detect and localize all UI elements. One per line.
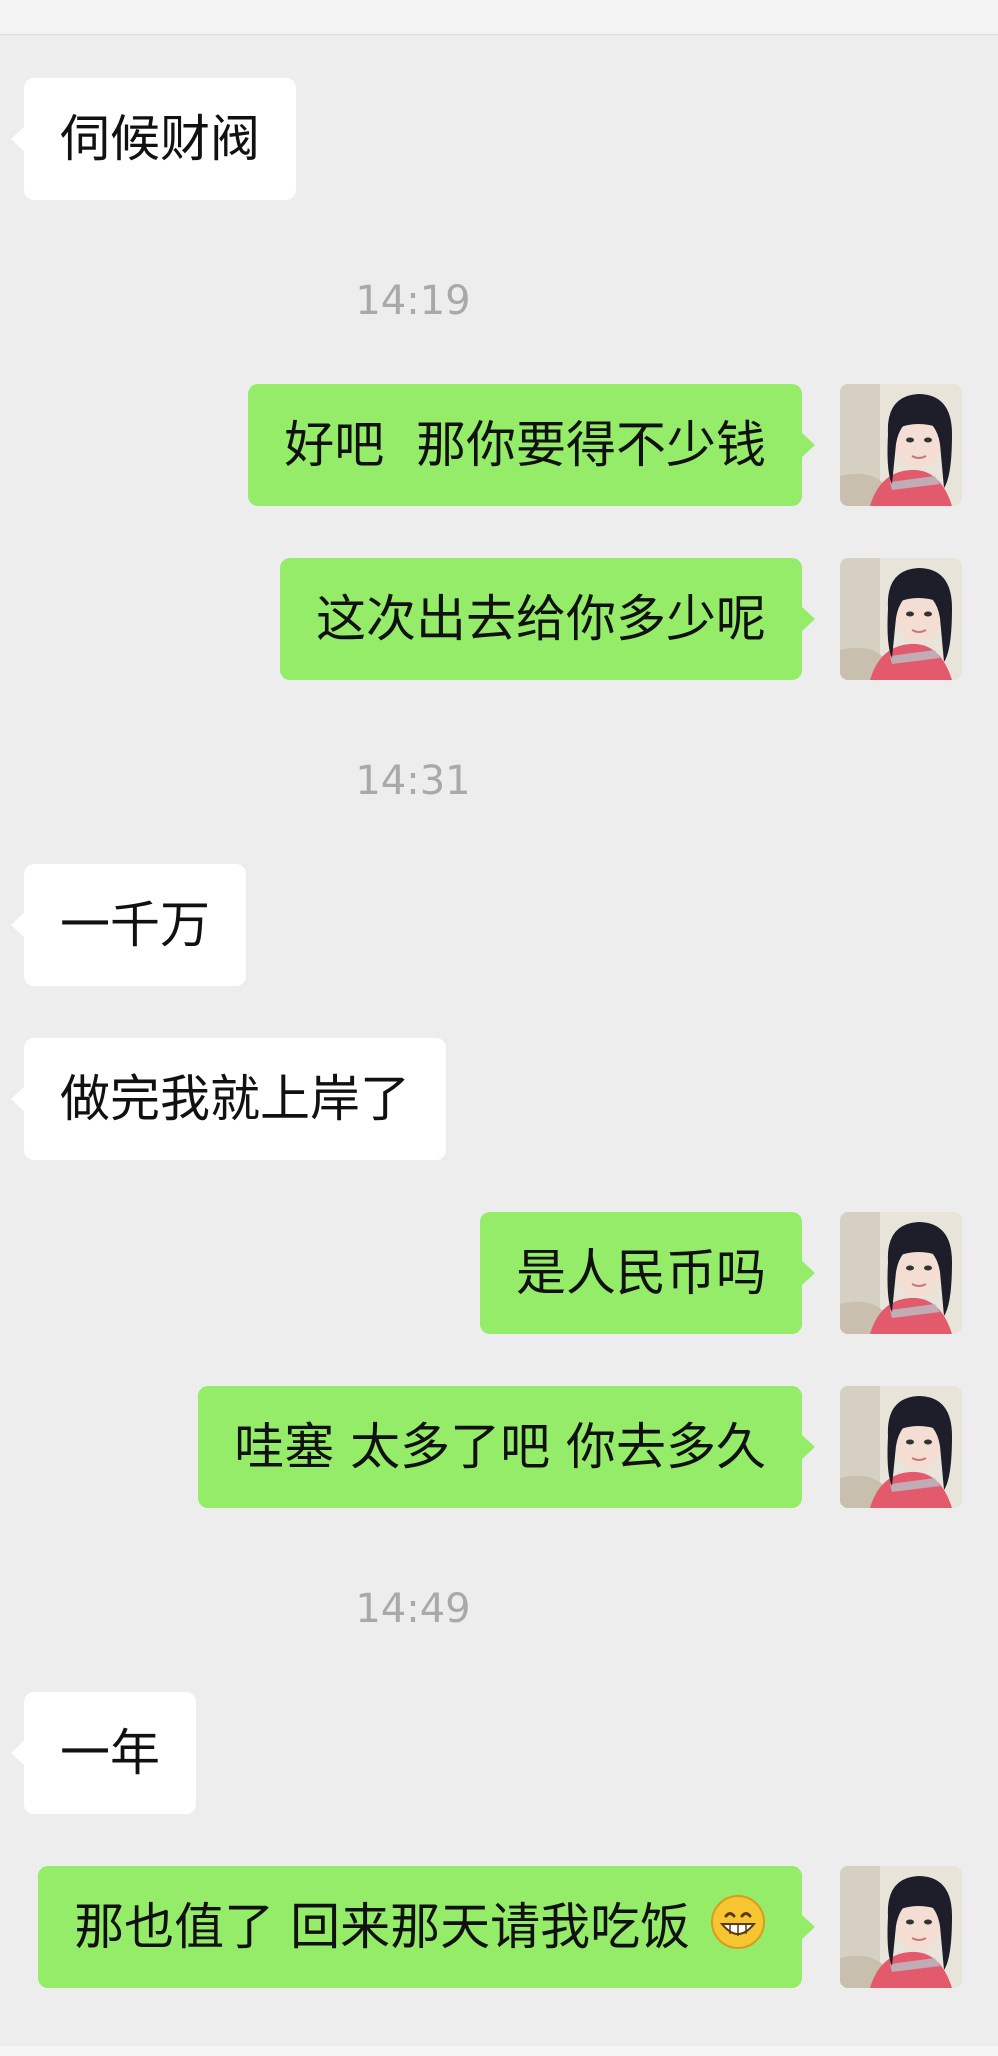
top-bar	[0, 0, 998, 35]
message-text: 做完我就上岸了	[60, 1070, 410, 1128]
message-text: 伺候财阀	[60, 110, 260, 168]
user-avatar[interactable]	[840, 384, 962, 506]
message-bubble-outgoing[interactable]: 那也值了 回来那天请我吃饭	[38, 1866, 815, 1988]
message-bubble-outgoing[interactable]: 是人民币吗	[480, 1212, 815, 1334]
user-avatar[interactable]	[840, 1386, 962, 1508]
message-text: 这次出去给你多少呢	[316, 590, 766, 648]
message-text: 是人民币吗	[516, 1244, 766, 1302]
user-avatar[interactable]	[840, 1212, 962, 1334]
grinning-face-emoji-icon	[710, 1872, 766, 1949]
message-text: 一年	[60, 1724, 160, 1782]
timestamp: 14:31	[355, 758, 471, 804]
user-avatar[interactable]	[840, 558, 962, 680]
timestamp: 14:49	[355, 1586, 471, 1632]
user-avatar[interactable]	[840, 1866, 962, 1988]
message-text: 一千万	[60, 896, 210, 954]
message-bubble-outgoing[interactable]: 这次出去给你多少呢	[280, 558, 815, 680]
message-text: 好吧 那你要得不少钱	[284, 416, 766, 474]
message-bubble-incoming[interactable]: 伺候财阀	[11, 78, 296, 200]
message-text: 哇塞 太多了吧 你去多久	[234, 1418, 766, 1476]
message-text: 那也值了 回来那天请我吃饭	[74, 1898, 691, 1956]
message-bubble-incoming[interactable]: 一年	[11, 1692, 196, 1814]
timestamp: 14:19	[355, 278, 471, 324]
message-bubble-incoming[interactable]: 做完我就上岸了	[11, 1038, 446, 1160]
message-bubble-outgoing[interactable]: 好吧 那你要得不少钱	[248, 384, 815, 506]
message-bubble-incoming[interactable]: 一千万	[11, 864, 246, 986]
bottom-edge	[0, 2046, 998, 2056]
message-bubble-outgoing[interactable]: 哇塞 太多了吧 你去多久	[198, 1386, 815, 1508]
